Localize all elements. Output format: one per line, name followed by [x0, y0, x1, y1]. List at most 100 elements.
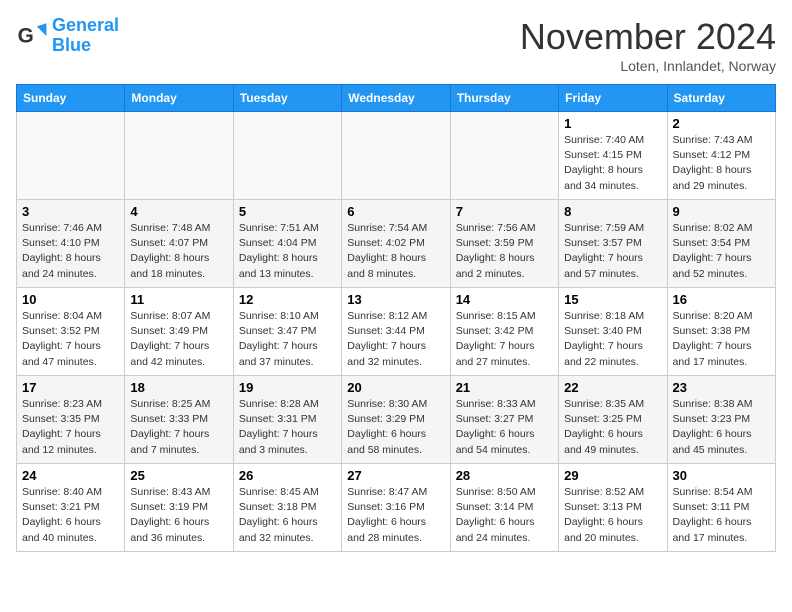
title-block: November 2024 Loten, Innlandet, Norway [520, 16, 776, 74]
day-info: Sunrise: 8:38 AM Sunset: 3:23 PM Dayligh… [673, 397, 770, 458]
calendar-cell [17, 112, 125, 200]
day-number: 29 [564, 468, 661, 483]
day-info: Sunrise: 7:48 AM Sunset: 4:07 PM Dayligh… [130, 221, 227, 282]
day-number: 10 [22, 292, 119, 307]
logo-text: General Blue [52, 16, 119, 56]
day-number: 20 [347, 380, 444, 395]
day-info: Sunrise: 8:52 AM Sunset: 3:13 PM Dayligh… [564, 485, 661, 546]
day-info: Sunrise: 7:46 AM Sunset: 4:10 PM Dayligh… [22, 221, 119, 282]
calendar-cell: 9 Sunrise: 8:02 AM Sunset: 3:54 PM Daylig… [667, 200, 775, 288]
day-number: 22 [564, 380, 661, 395]
calendar-cell: 2Sunrise: 7:43 AM Sunset: 4:12 PM Daylig… [667, 112, 775, 200]
day-number: 2 [673, 116, 770, 131]
day-number: 16 [673, 292, 770, 307]
day-number: 6 [347, 204, 444, 219]
day-info: Sunrise: 8:54 AM Sunset: 3:11 PM Dayligh… [673, 485, 770, 546]
calendar-cell: 10 Sunrise: 8:04 AM Sunset: 3:52 PM Dayli… [17, 288, 125, 376]
header-saturday: Saturday [667, 85, 775, 112]
day-number: 17 [22, 380, 119, 395]
calendar-cell: 13 Sunrise: 8:12 AM Sunset: 3:44 PM Dayli… [342, 288, 450, 376]
day-info: Sunrise: 8:10 AM Sunset: 3:47 PM Dayligh… [239, 309, 336, 370]
calendar-cell: 11 Sunrise: 8:07 AM Sunset: 3:49 PM Dayli… [125, 288, 233, 376]
calendar-cell: 16Sunrise: 8:20 AM Sunset: 3:38 PM Dayli… [667, 288, 775, 376]
location-subtitle: Loten, Innlandet, Norway [520, 58, 776, 74]
header-thursday: Thursday [450, 85, 558, 112]
calendar-cell: 17 Sunrise: 8:23 AM Sunset: 3:35 PM Dayli… [17, 376, 125, 464]
calendar-cell: 27Sunrise: 8:47 AM Sunset: 3:16 PM Dayli… [342, 464, 450, 552]
day-number: 26 [239, 468, 336, 483]
day-info: Sunrise: 8:23 AM Sunset: 3:35 PM Dayligh… [22, 397, 119, 458]
calendar-cell: 21 Sunrise: 8:33 AM Sunset: 3:27 PM Dayli… [450, 376, 558, 464]
day-info: Sunrise: 8:35 AM Sunset: 3:25 PM Dayligh… [564, 397, 661, 458]
day-info: Sunrise: 8:33 AM Sunset: 3:27 PM Dayligh… [456, 397, 553, 458]
calendar-cell: 24Sunrise: 8:40 AM Sunset: 3:21 PM Dayli… [17, 464, 125, 552]
day-number: 9 [673, 204, 770, 219]
calendar-cell: 5Sunrise: 7:51 AM Sunset: 4:04 PM Daylig… [233, 200, 341, 288]
calendar-cell: 28Sunrise: 8:50 AM Sunset: 3:14 PM Dayli… [450, 464, 558, 552]
calendar-cell [450, 112, 558, 200]
calendar-cell: 8 Sunrise: 7:59 AM Sunset: 3:57 PM Daylig… [559, 200, 667, 288]
calendar-cell: 6 Sunrise: 7:54 AM Sunset: 4:02 PM Daylig… [342, 200, 450, 288]
day-info: Sunrise: 8:02 AM Sunset: 3:54 PM Dayligh… [673, 221, 770, 282]
calendar-cell: 29 Sunrise: 8:52 AM Sunset: 3:13 PM Dayli… [559, 464, 667, 552]
calendar-cell: 12 Sunrise: 8:10 AM Sunset: 3:47 PM Dayli… [233, 288, 341, 376]
week-row-3: 10 Sunrise: 8:04 AM Sunset: 3:52 PM Dayli… [17, 288, 776, 376]
day-info: Sunrise: 8:15 AM Sunset: 3:42 PM Dayligh… [456, 309, 553, 370]
day-number: 12 [239, 292, 336, 307]
calendar-cell: 15Sunrise: 8:18 AM Sunset: 3:40 PM Dayli… [559, 288, 667, 376]
day-number: 28 [456, 468, 553, 483]
day-number: 21 [456, 380, 553, 395]
calendar-cell: 22 Sunrise: 8:35 AM Sunset: 3:25 PM Dayli… [559, 376, 667, 464]
day-number: 14 [456, 292, 553, 307]
week-row-1: 1 Sunrise: 7:40 AM Sunset: 4:15 PM Daylig… [17, 112, 776, 200]
calendar-table: SundayMondayTuesdayWednesdayThursdayFrid… [16, 84, 776, 552]
calendar-cell: 4 Sunrise: 7:48 AM Sunset: 4:07 PM Daylig… [125, 200, 233, 288]
day-number: 18 [130, 380, 227, 395]
week-row-5: 24Sunrise: 8:40 AM Sunset: 3:21 PM Dayli… [17, 464, 776, 552]
day-number: 4 [130, 204, 227, 219]
header-monday: Monday [125, 85, 233, 112]
calendar-cell: 23 Sunrise: 8:38 AM Sunset: 3:23 PM Dayli… [667, 376, 775, 464]
day-info: Sunrise: 8:30 AM Sunset: 3:29 PM Dayligh… [347, 397, 444, 458]
day-info: Sunrise: 7:54 AM Sunset: 4:02 PM Dayligh… [347, 221, 444, 282]
day-info: Sunrise: 8:47 AM Sunset: 3:16 PM Dayligh… [347, 485, 444, 546]
day-info: Sunrise: 8:04 AM Sunset: 3:52 PM Dayligh… [22, 309, 119, 370]
calendar-cell: 18 Sunrise: 8:25 AM Sunset: 3:33 PM Dayli… [125, 376, 233, 464]
day-info: Sunrise: 8:18 AM Sunset: 3:40 PM Dayligh… [564, 309, 661, 370]
header-tuesday: Tuesday [233, 85, 341, 112]
day-number: 19 [239, 380, 336, 395]
day-number: 23 [673, 380, 770, 395]
day-info: Sunrise: 8:12 AM Sunset: 3:44 PM Dayligh… [347, 309, 444, 370]
calendar-cell: 14 Sunrise: 8:15 AM Sunset: 3:42 PM Dayli… [450, 288, 558, 376]
header: G General Blue November 2024 Loten, Innl… [16, 16, 776, 74]
day-info: Sunrise: 7:59 AM Sunset: 3:57 PM Dayligh… [564, 221, 661, 282]
day-number: 5 [239, 204, 336, 219]
calendar-cell: 25Sunrise: 8:43 AM Sunset: 3:19 PM Dayli… [125, 464, 233, 552]
day-number: 30 [673, 468, 770, 483]
month-year-title: November 2024 [520, 16, 776, 58]
calendar-cell [125, 112, 233, 200]
calendar-cell [233, 112, 341, 200]
day-info: Sunrise: 8:25 AM Sunset: 3:33 PM Dayligh… [130, 397, 227, 458]
calendar-header-row: SundayMondayTuesdayWednesdayThursdayFrid… [17, 85, 776, 112]
day-info: Sunrise: 8:07 AM Sunset: 3:49 PM Dayligh… [130, 309, 227, 370]
week-row-2: 3Sunrise: 7:46 AM Sunset: 4:10 PM Daylig… [17, 200, 776, 288]
header-friday: Friday [559, 85, 667, 112]
day-number: 24 [22, 468, 119, 483]
day-info: Sunrise: 8:28 AM Sunset: 3:31 PM Dayligh… [239, 397, 336, 458]
calendar-cell: 26Sunrise: 8:45 AM Sunset: 3:18 PM Dayli… [233, 464, 341, 552]
calendar-cell: 30 Sunrise: 8:54 AM Sunset: 3:11 PM Dayli… [667, 464, 775, 552]
svg-text:G: G [18, 24, 34, 47]
day-number: 25 [130, 468, 227, 483]
day-number: 7 [456, 204, 553, 219]
day-number: 1 [564, 116, 661, 131]
calendar-cell: 19 Sunrise: 8:28 AM Sunset: 3:31 PM Dayli… [233, 376, 341, 464]
day-info: Sunrise: 7:40 AM Sunset: 4:15 PM Dayligh… [564, 133, 661, 194]
calendar-cell: 7Sunrise: 7:56 AM Sunset: 3:59 PM Daylig… [450, 200, 558, 288]
header-sunday: Sunday [17, 85, 125, 112]
day-number: 11 [130, 292, 227, 307]
day-number: 13 [347, 292, 444, 307]
logo: G General Blue [16, 16, 119, 56]
calendar-cell: 3Sunrise: 7:46 AM Sunset: 4:10 PM Daylig… [17, 200, 125, 288]
day-number: 8 [564, 204, 661, 219]
